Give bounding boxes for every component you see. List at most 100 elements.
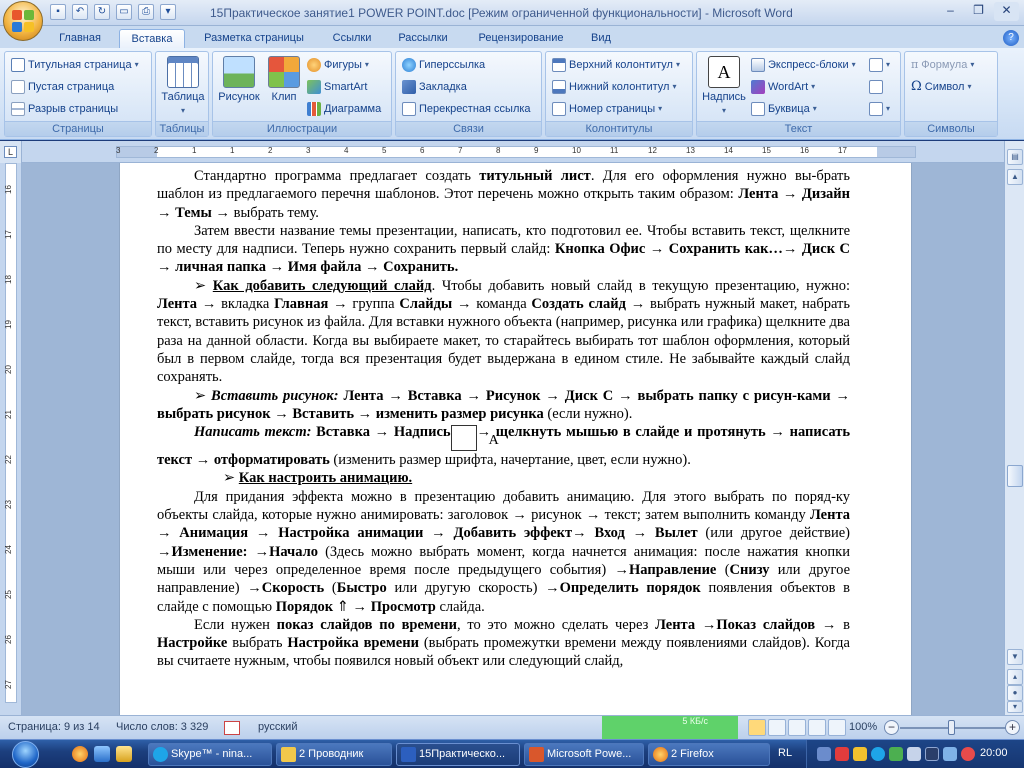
view-ruler-icon[interactable]: ▤: [1007, 149, 1023, 165]
print-layout-icon[interactable]: [748, 719, 766, 736]
object-button[interactable]: ▾: [869, 100, 890, 118]
bookmark-button[interactable]: Закладка: [402, 78, 467, 96]
ruler-number: 10: [572, 146, 581, 155]
next-page-icon[interactable]: ▾: [1007, 701, 1023, 713]
text-box-icon: A: [708, 56, 740, 88]
group-links: Гиперссылка Закладка Перекрестная ссылка…: [395, 51, 542, 137]
tray-volume-icon[interactable]: [907, 747, 921, 761]
date-time-button[interactable]: [869, 78, 883, 96]
tray-security-icon[interactable]: [835, 747, 849, 761]
customize-qat-icon[interactable]: ▾: [160, 4, 176, 20]
open-icon[interactable]: ▭: [116, 4, 132, 20]
firefox-quicklaunch-icon[interactable]: [72, 746, 88, 762]
document-page[interactable]: Стандартно программа предлагает создать …: [119, 163, 912, 715]
previous-page-icon[interactable]: ▴: [1007, 669, 1023, 685]
smartart-button[interactable]: SmartArt: [307, 78, 367, 96]
zoom-slider-thumb[interactable]: [948, 720, 955, 735]
undo-icon[interactable]: ↶: [72, 4, 88, 20]
tab-home[interactable]: Главная: [52, 29, 108, 48]
save-icon[interactable]: ▪: [50, 4, 66, 20]
cross-reference-button[interactable]: Перекрестная ссылка: [402, 100, 531, 118]
draft-icon[interactable]: [828, 719, 846, 736]
quick-parts-button[interactable]: Экспресс-блоки ▾: [751, 56, 856, 74]
keyboard-language[interactable]: RL: [778, 747, 792, 759]
paragraph: ➢ Как добавить следующий слайд. Чтобы до…: [157, 277, 851, 386]
clip-art-button[interactable]: Клип: [265, 56, 303, 104]
task-skype[interactable]: Skype™ - nina...: [148, 743, 272, 766]
outline-icon[interactable]: [808, 719, 826, 736]
tab-view[interactable]: Вид: [582, 29, 620, 48]
picture-button[interactable]: Рисунок: [217, 56, 261, 104]
tab-selector[interactable]: L: [0, 141, 22, 163]
table-icon: [167, 56, 199, 88]
restore-button[interactable]: ❐: [966, 2, 991, 21]
footer-button[interactable]: Нижний колонтитул ▾: [552, 78, 676, 96]
minimize-button[interactable]: –: [938, 2, 963, 21]
zoom-in-icon[interactable]: +: [1005, 720, 1020, 735]
explorer-quicklaunch-icon[interactable]: [116, 746, 132, 762]
header-button[interactable]: Верхний колонтитул ▾: [552, 56, 680, 74]
group-text: A Надпись ▾ Экспресс-блоки ▾ WordArt ▾ Букв…: [696, 51, 901, 137]
tray-display-icon[interactable]: [925, 747, 939, 761]
tab-review[interactable]: Рецензирование: [468, 29, 574, 48]
zoom-level[interactable]: 100%: [849, 721, 877, 733]
start-button[interactable]: [4, 740, 58, 768]
vertical-ruler[interactable]: 16 17 18 19 20 21 22 23 24 25 26 27: [0, 163, 22, 715]
text-box-button[interactable]: A Надпись ▾: [701, 56, 747, 117]
ruler-number: 13: [686, 146, 695, 155]
print-preview-icon[interactable]: ⎙: [138, 4, 154, 20]
zoom-slider[interactable]: [900, 727, 1010, 729]
tab-insert[interactable]: Вставка: [119, 29, 185, 48]
tray-network-icon[interactable]: [889, 747, 903, 761]
scroll-down-arrow-icon[interactable]: ▼: [1007, 649, 1023, 665]
horizontal-ruler[interactable]: 3 2 1 1 2 3 4 5 6 7 8 9 10 11 12 13 14 15 16 17: [22, 141, 1004, 163]
hyperlink-button[interactable]: Гиперссылка: [402, 56, 485, 74]
web-layout-icon[interactable]: [788, 719, 806, 736]
word-count[interactable]: Число слов: 3 329: [116, 721, 208, 733]
tray-skype-icon[interactable]: [871, 747, 885, 761]
folder-icon: [281, 747, 296, 762]
tray-power-icon[interactable]: [943, 747, 957, 761]
proofing-icon[interactable]: [224, 721, 240, 735]
show-desktop-icon[interactable]: [94, 746, 110, 762]
quick-access-toolbar: ▪ ↶ ↻ ▭ ⎙ ▾: [50, 4, 176, 20]
tray-antivirus-icon[interactable]: [961, 747, 975, 761]
tray-messenger-icon[interactable]: [853, 747, 867, 761]
chart-button[interactable]: Диаграмма: [307, 100, 381, 118]
wordart-icon: [751, 80, 765, 94]
equation-button[interactable]: π Формула ▾: [911, 56, 974, 74]
task-powerpoint[interactable]: Microsoft Powe...: [524, 743, 644, 766]
close-button[interactable]: ✕: [994, 2, 1019, 21]
signature-line-button[interactable]: ▾: [869, 56, 890, 74]
language-indicator[interactable]: русский: [258, 721, 297, 733]
browse-object-icon[interactable]: ●: [1007, 685, 1023, 701]
scroll-thumb[interactable]: [1007, 465, 1023, 487]
blank-page-button[interactable]: Пустая страница: [11, 78, 114, 96]
redo-icon[interactable]: ↻: [94, 4, 110, 20]
page-count[interactable]: Страница: 9 из 14: [8, 721, 100, 733]
page-number-button[interactable]: Номер страницы ▾: [552, 100, 662, 118]
help-icon[interactable]: ?: [1003, 30, 1019, 46]
cover-page-button[interactable]: Титульная страница ▾: [11, 56, 139, 74]
tab-mailings[interactable]: Рассылки: [390, 29, 456, 48]
drop-cap-button[interactable]: Буквица ▾: [751, 100, 817, 118]
scroll-up-arrow-icon[interactable]: ▲: [1007, 169, 1023, 185]
symbol-button[interactable]: Ω Символ ▾: [911, 78, 971, 96]
group-label-links: Связи: [396, 121, 541, 136]
clock[interactable]: 20:00: [980, 747, 1008, 759]
tab-page-layout[interactable]: Разметка страницы: [196, 29, 312, 48]
table-button[interactable]: Таблица ▾: [160, 56, 206, 117]
task-explorer[interactable]: 2 Проводник: [276, 743, 392, 766]
page-break-button[interactable]: Разрыв страницы: [11, 100, 118, 118]
document-text[interactable]: Стандартно программа предлагает создать …: [157, 167, 850, 671]
task-word[interactable]: 15Практическо...: [396, 743, 520, 766]
office-button[interactable]: [3, 1, 43, 41]
full-screen-reading-icon[interactable]: [768, 719, 786, 736]
wordart-button[interactable]: WordArt ▾: [751, 78, 815, 96]
vertical-scrollbar[interactable]: ▤ ▲ ▼ ▴ ● ▾: [1004, 141, 1024, 715]
task-firefox[interactable]: 2 Firefox: [648, 743, 770, 766]
shapes-button[interactable]: Фигуры ▾: [307, 56, 369, 74]
tab-references[interactable]: Ссылки: [322, 29, 382, 48]
tray-app-icon[interactable]: [817, 747, 831, 761]
zoom-out-icon[interactable]: −: [884, 720, 899, 735]
